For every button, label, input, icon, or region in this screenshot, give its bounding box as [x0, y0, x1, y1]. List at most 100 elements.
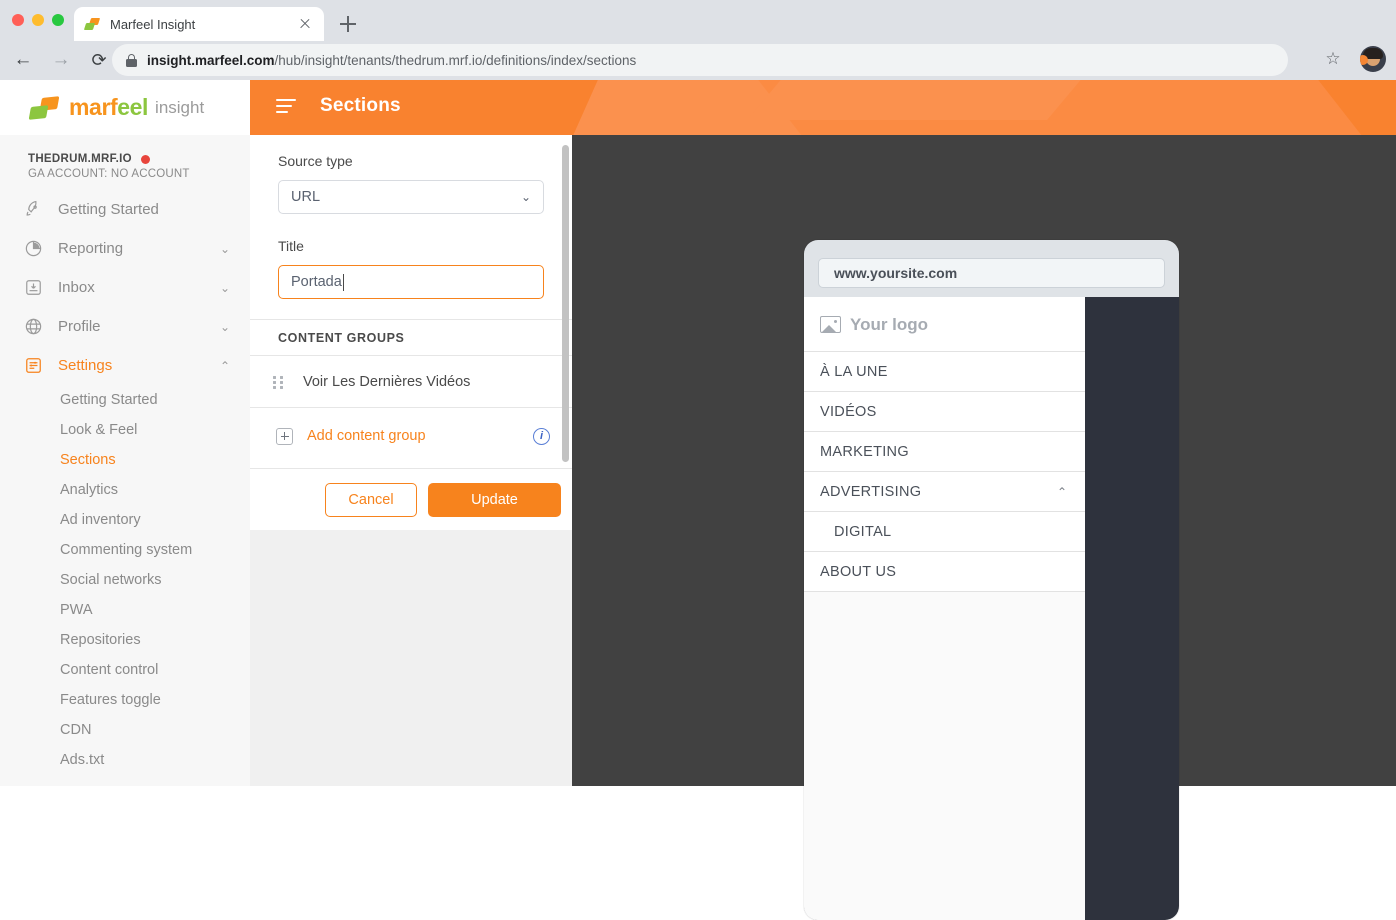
- sidebar-item-label: Profile: [58, 318, 101, 335]
- drag-handle-icon[interactable]: [272, 374, 286, 390]
- address-bar[interactable]: insight.marfeel.com/hub/insight/tenants/…: [112, 44, 1288, 76]
- sidebar-subitem-label: Features toggle: [60, 692, 161, 708]
- settings-list-icon: [22, 355, 44, 377]
- sidebar-subitem-label: Look & Feel: [60, 422, 138, 438]
- sidebar-subitem-look-feel[interactable]: Look & Feel: [0, 415, 250, 445]
- sidebar-item-reporting[interactable]: Reporting ⌄: [0, 229, 250, 268]
- preview-menu-item[interactable]: DIGITAL: [804, 511, 1085, 552]
- sidebar-item-inbox[interactable]: Inbox ⌄: [0, 268, 250, 307]
- chevron-up-icon: ⌃: [219, 358, 230, 373]
- maximize-window-button[interactable]: [52, 14, 64, 26]
- app-logo[interactable]: marfeel insight: [0, 80, 250, 135]
- image-placeholder-icon: [820, 316, 841, 333]
- account-info: THEDRUM.MRF.IO GA ACCOUNT: NO ACCOUNT: [0, 135, 250, 190]
- sidebar-item-label: Getting Started: [58, 201, 159, 218]
- info-icon[interactable]: i: [533, 427, 550, 445]
- preview-menu-item-label: MARKETING: [820, 443, 909, 460]
- sidebar-item-profile[interactable]: Profile ⌄: [0, 307, 250, 346]
- sidebar-subitem-label: Repositories: [60, 632, 141, 648]
- bookmark-star-icon[interactable]: ☆: [1322, 48, 1344, 70]
- sidebar-subitem-ads-txt[interactable]: Ads.txt: [0, 745, 250, 775]
- sidebar-subitem-cdn[interactable]: CDN: [0, 715, 250, 745]
- account-name: THEDRUM.MRF.IO: [28, 153, 250, 165]
- chevron-down-icon: ⌄: [219, 280, 230, 295]
- sidebar-subitem-commenting-system[interactable]: Commenting system: [0, 535, 250, 565]
- sidebar-subitem-pwa[interactable]: PWA: [0, 595, 250, 625]
- preview-logo-label: Your logo: [850, 314, 929, 334]
- panel-scroll-area: Source type URL ⌄ Title Portada CONTENT …: [250, 135, 572, 468]
- preview-menu-item-label: ADVERTISING: [820, 483, 922, 500]
- browser-chrome: Marfeel Insight ← → ⟳ insight.marfeel.co…: [0, 0, 1396, 80]
- sidebar-subitem-ad-inventory[interactable]: Ad inventory: [0, 505, 250, 535]
- preview-menu-drawer: Your logo À LA UNE VIDÉOS MARKETING ADVERTI…: [804, 297, 1085, 920]
- sidebar: marfeel insight THEDRUM.MRF.IO GA ACCOUN…: [0, 80, 250, 786]
- sidebar-item-label: Inbox: [58, 279, 95, 296]
- reload-button[interactable]: ⟳: [84, 45, 114, 75]
- forward-button[interactable]: →: [46, 45, 76, 75]
- panel-scrollbar[interactable]: [562, 145, 569, 462]
- preview-logo-row: Your logo: [804, 297, 1085, 352]
- chevron-down-icon: ⌄: [219, 241, 230, 256]
- preview-menu-item[interactable]: À LA UNE: [804, 351, 1085, 392]
- source-type-field: Source type URL ⌄: [250, 135, 572, 214]
- sidebar-subitem-label: CDN: [60, 722, 92, 738]
- title-label: Title: [278, 238, 304, 254]
- close-tab-icon[interactable]: [296, 15, 314, 33]
- sidebar-item-getting-started[interactable]: Getting Started: [0, 190, 250, 229]
- preview-menu-item[interactable]: ABOUT US: [804, 551, 1085, 592]
- preview-menu-item[interactable]: VIDÉOS: [804, 391, 1085, 432]
- cancel-button[interactable]: Cancel: [325, 482, 417, 517]
- rocket-icon: [22, 199, 44, 221]
- content-group-row[interactable]: Voir Les Dernières Vidéos: [250, 356, 572, 408]
- back-arrow-icon: ←: [13, 49, 33, 70]
- sidebar-subitem-content-control[interactable]: Content control: [0, 655, 250, 685]
- forward-arrow-icon: →: [51, 49, 71, 70]
- page-title: Sections: [320, 95, 401, 116]
- logo-subtitle: insight: [155, 97, 205, 117]
- sidebar-subitem-features-toggle[interactable]: Features toggle: [0, 685, 250, 715]
- preview-menu-item[interactable]: MARKETING: [804, 431, 1085, 472]
- logo-wordmark: marfeel: [69, 94, 149, 120]
- sidebar-subitem-label: Content control: [60, 662, 159, 678]
- add-content-group-label[interactable]: Add content group: [307, 428, 533, 444]
- sidebar-subitem-sections[interactable]: Sections: [0, 445, 250, 475]
- page-header: Sections: [250, 80, 1396, 135]
- sidebar-item-label: Reporting: [58, 240, 124, 257]
- section-edit-panel: Source type URL ⌄ Title Portada CONTENT …: [250, 135, 572, 786]
- source-type-select[interactable]: URL ⌄: [278, 180, 544, 214]
- add-content-group-row[interactable]: Add content group i: [250, 408, 572, 464]
- preview-menu-item-label: DIGITAL: [834, 523, 892, 540]
- sidebar-subitem-label: PWA: [60, 602, 93, 618]
- chevron-up-icon[interactable]: ⌃: [1057, 485, 1067, 499]
- source-type-value: URL: [291, 189, 321, 205]
- sidebar-subitem-label: Social networks: [60, 572, 162, 588]
- profile-avatar[interactable]: [1360, 46, 1386, 72]
- settings-submenu: Getting Started Look & Feel Sections Analyt…: [0, 385, 250, 775]
- sidebar-item-settings[interactable]: Settings ⌃: [0, 346, 250, 385]
- inbox-icon: [22, 277, 44, 299]
- title-input[interactable]: Portada: [278, 265, 544, 299]
- browser-tab[interactable]: Marfeel Insight: [74, 7, 324, 41]
- sidebar-subitem-getting-started[interactable]: Getting Started: [0, 385, 250, 415]
- update-button[interactable]: Update: [428, 482, 561, 517]
- sidebar-subitem-social-networks[interactable]: Social networks: [0, 565, 250, 595]
- phone-viewport: Your logo À LA UNE VIDÉOS MARKETING ADVERTI…: [804, 297, 1179, 920]
- preview-menu-item[interactable]: ADVERTISING ⌃: [804, 471, 1085, 512]
- title-field: Title Portada: [250, 214, 572, 299]
- phone-mockup: www.yoursite.com Your logo À LA UNE VIDÉO…: [804, 240, 1179, 920]
- app-shell: marfeel insight THEDRUM.MRF.IO GA ACCOUN…: [0, 80, 1396, 920]
- content-groups-header: CONTENT GROUPS: [250, 319, 572, 356]
- sidebar-subitem-analytics[interactable]: Analytics: [0, 475, 250, 505]
- globe-icon: [22, 316, 44, 338]
- preview-menu-list: À LA UNE VIDÉOS MARKETING ADVERTISING ⌃ DIGIT…: [804, 351, 1085, 920]
- new-tab-button[interactable]: [336, 12, 360, 36]
- chevron-down-icon: ⌄: [219, 319, 230, 334]
- preview-url-bar[interactable]: www.yoursite.com: [818, 258, 1165, 288]
- back-button[interactable]: ←: [8, 45, 38, 75]
- panel-action-bar: Cancel Update: [250, 468, 572, 530]
- sidebar-subitem-repositories[interactable]: Repositories: [0, 625, 250, 655]
- sidebar-subitem-label: Ad inventory: [60, 512, 141, 528]
- menu-toggle-icon[interactable]: [276, 99, 296, 115]
- close-window-button[interactable]: [12, 14, 24, 26]
- minimize-window-button[interactable]: [32, 14, 44, 26]
